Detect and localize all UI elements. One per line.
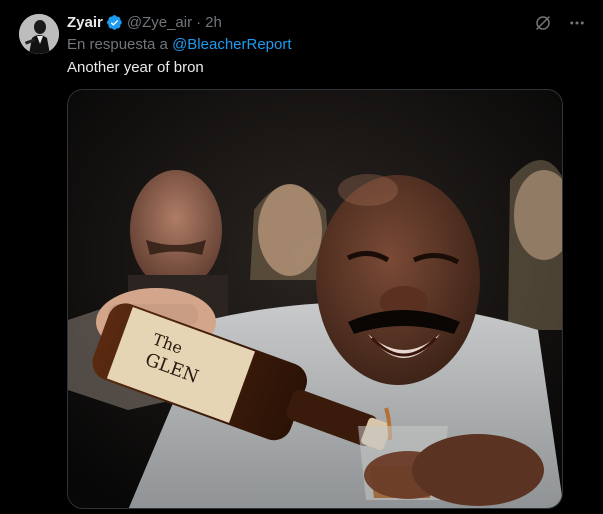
tweet-media[interactable]: The GLEN bbox=[67, 89, 563, 509]
display-name[interactable]: Zyair bbox=[67, 14, 103, 31]
avatar[interactable] bbox=[19, 14, 59, 54]
grok-icon[interactable] bbox=[533, 13, 553, 33]
meme-photo: The GLEN bbox=[68, 90, 562, 508]
verified-badge-icon bbox=[106, 14, 123, 31]
author-handle[interactable]: @Zye_air bbox=[127, 14, 192, 31]
reply-to-link[interactable]: @BleacherReport bbox=[172, 36, 291, 53]
tweet[interactable]: Zyair @Zye_air · 2h En respuesta a @Blea… bbox=[0, 0, 603, 514]
avatar-image bbox=[19, 14, 59, 54]
timestamp[interactable]: 2h bbox=[205, 14, 222, 31]
separator-dot: · bbox=[196, 13, 202, 31]
tweet-header: Zyair @Zye_air · 2h bbox=[67, 12, 222, 32]
more-options-icon[interactable] bbox=[567, 13, 587, 33]
reply-prefix: En respuesta a bbox=[67, 36, 168, 53]
tweet-actions bbox=[533, 13, 587, 33]
tweet-text: Another year of bron bbox=[67, 59, 204, 76]
reply-context: En respuesta a @BleacherReport bbox=[67, 36, 292, 53]
